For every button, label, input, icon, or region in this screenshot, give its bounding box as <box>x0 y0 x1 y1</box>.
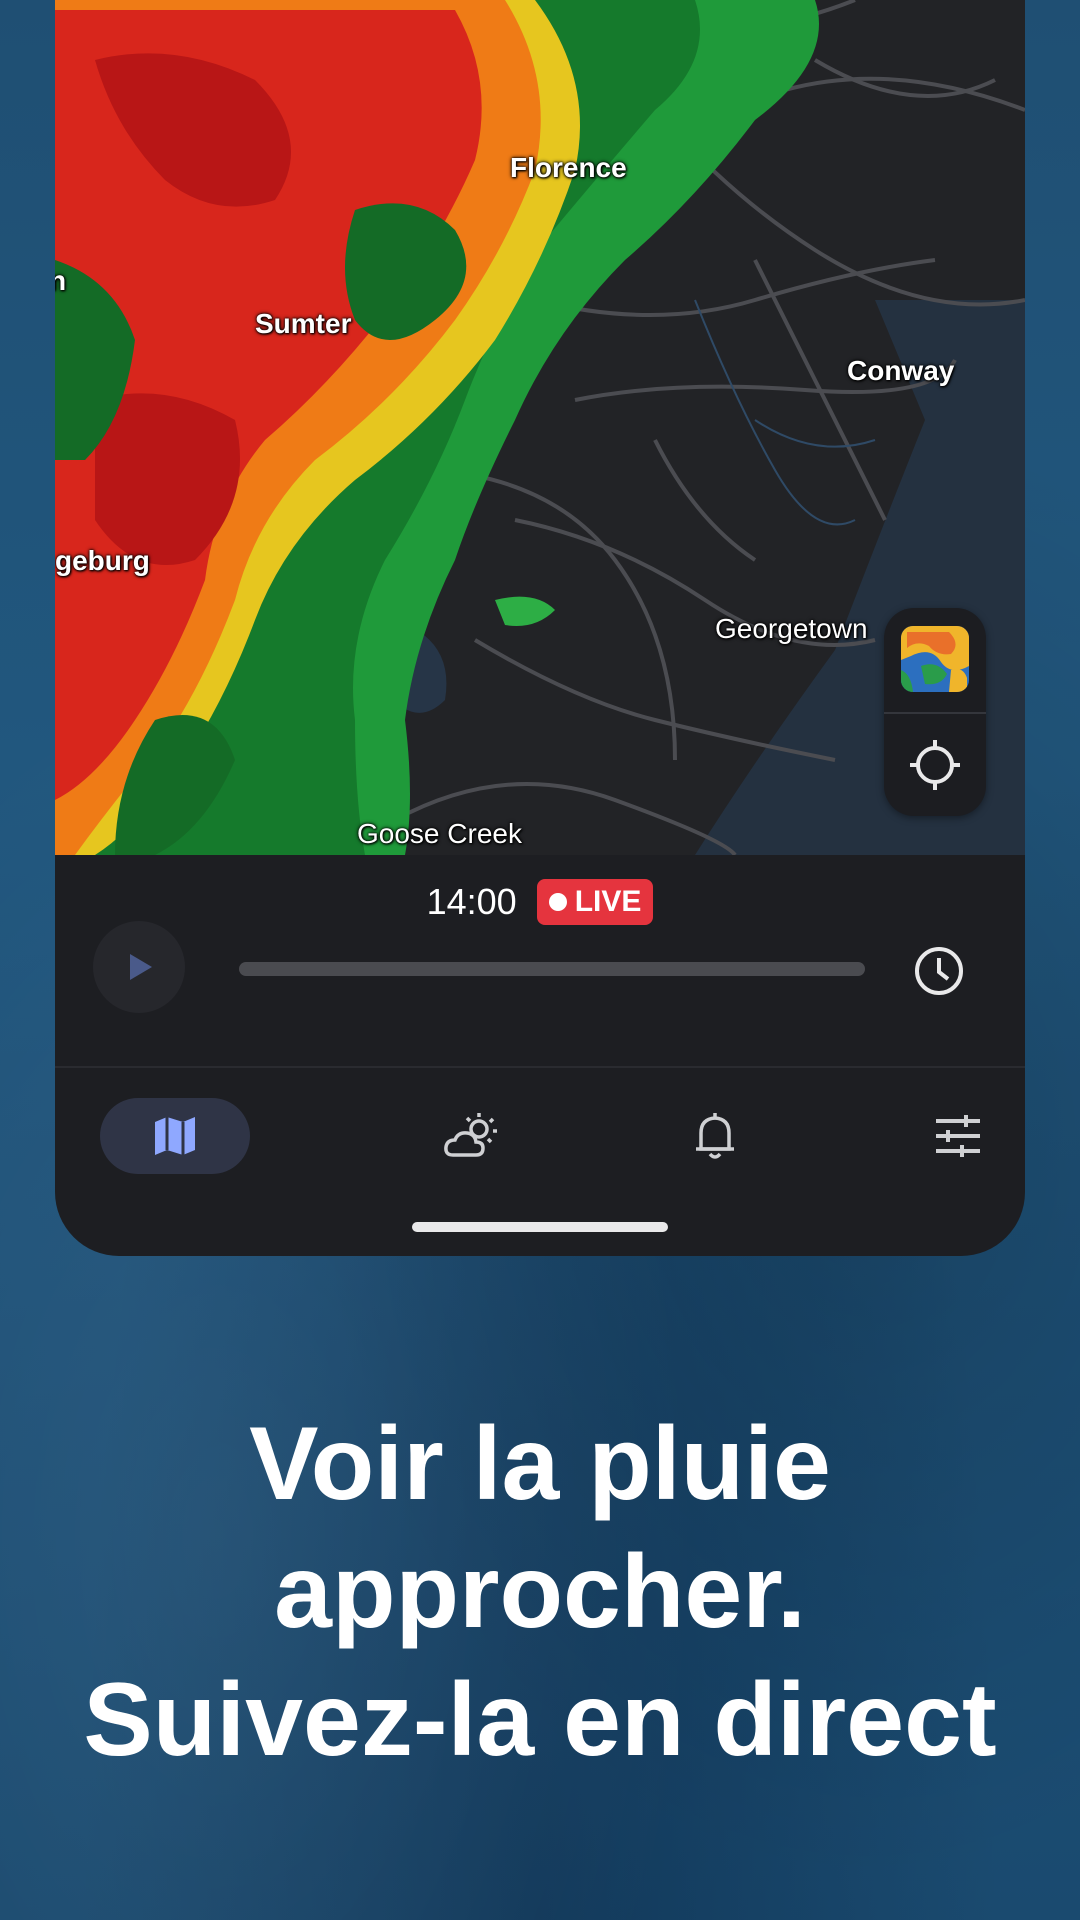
controls-divider <box>884 712 986 714</box>
radar-cell-small <box>495 596 555 626</box>
city-label-sumter: Sumter <box>255 308 352 339</box>
live-label: LIVE <box>574 885 642 918</box>
play-icon <box>130 954 152 980</box>
radar-map-layer <box>55 0 1025 855</box>
headline-line-2: approcher. <box>274 1534 806 1650</box>
live-dot-icon <box>548 893 567 911</box>
timeline-slider[interactable] <box>239 962 865 976</box>
promo-headline: Voir la pluie approcher. Suivez-la en di… <box>0 1400 1080 1784</box>
radar-layer-icon[interactable] <box>901 626 969 692</box>
clock-icon <box>915 947 963 995</box>
city-label-florence: Florence <box>510 152 627 183</box>
play-button[interactable] <box>93 921 185 1013</box>
city-label-orangeburg: geburg <box>55 545 150 576</box>
river-network <box>694 299 876 526</box>
bottom-navigation <box>55 1068 1025 1198</box>
headline-line-3: Suivez-la en direct <box>83 1662 997 1778</box>
crosshair-locate-icon[interactable] <box>908 738 962 792</box>
nav-tab-alerts[interactable] <box>640 1098 790 1174</box>
home-indicator[interactable] <box>412 1222 668 1232</box>
city-label-goose-creek: Goose Creek <box>357 818 522 849</box>
map-icon <box>155 1117 195 1155</box>
nav-tab-map[interactable] <box>100 1098 250 1174</box>
partly-cloudy-icon <box>444 1113 497 1157</box>
city-label-edge: n <box>55 265 67 296</box>
map-controls <box>884 608 986 816</box>
city-label-georgetown: Georgetown <box>715 613 868 644</box>
radar-map[interactable]: Florence Sumter Conway geburg n Georgeto… <box>55 0 1025 855</box>
nav-tab-forecast[interactable] <box>398 1098 548 1174</box>
timeline-panel: 14:00 LIVE <box>55 855 1025 1067</box>
headline-line-1: Voir la pluie <box>249 1406 831 1522</box>
sliders-icon <box>936 1115 980 1157</box>
bell-icon <box>696 1113 734 1159</box>
live-badge[interactable]: LIVE <box>536 879 654 925</box>
phone-frame: Florence Sumter Conway geburg n Georgeto… <box>55 0 1025 1256</box>
nav-tab-settings[interactable] <box>883 1098 1025 1174</box>
time-row: 14:00 LIVE <box>55 879 1025 925</box>
history-button[interactable] <box>911 943 967 999</box>
city-label-conway: Conway <box>847 355 955 386</box>
current-time-label: 14:00 <box>426 881 517 922</box>
